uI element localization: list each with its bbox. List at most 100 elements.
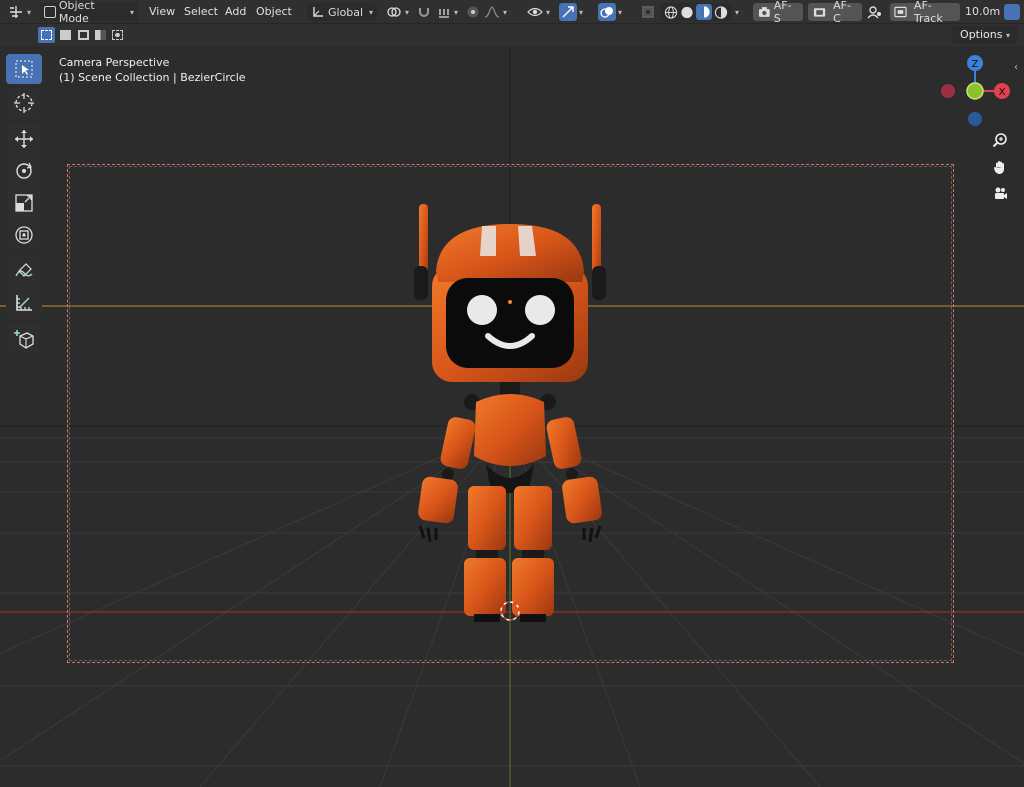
falloff-dropdown[interactable]: ▾ — [484, 3, 510, 21]
af-s-label: AF-S — [773, 0, 792, 25]
view-name: Camera Perspective — [59, 56, 170, 69]
proportional-edit-toggle[interactable] — [466, 3, 482, 21]
gizmo-toggle[interactable] — [559, 3, 577, 21]
select-box-icon — [15, 60, 33, 78]
chevron-down-icon: ▾ — [27, 7, 32, 17]
options-label: Options — [960, 28, 1003, 41]
robot-helmet — [436, 224, 584, 282]
menu-select[interactable]: Select — [184, 4, 218, 20]
select-mode-difference-button[interactable] — [92, 27, 109, 43]
move-arrows-icon — [15, 130, 33, 148]
select-new-icon — [41, 30, 52, 40]
editor-type-button[interactable]: ▾ — [8, 3, 34, 21]
overlays-icon — [600, 7, 613, 18]
xray-icon — [642, 6, 654, 18]
select-mode-subtract-button[interactable] — [75, 27, 92, 43]
orientation-label: Global — [328, 5, 364, 19]
sidebar-toggle-arrow[interactable]: ‹ — [1014, 62, 1018, 73]
material-preview-icon — [698, 6, 710, 18]
tool-annotate[interactable] — [6, 256, 42, 286]
menu-view[interactable]: View — [149, 4, 175, 20]
select-difference-icon — [95, 30, 106, 40]
chevron-down-icon: ▾ — [129, 7, 134, 17]
chevron-down-icon: ▾ — [735, 7, 740, 17]
tool-select-box[interactable] — [6, 54, 42, 84]
snap-target-dropdown[interactable]: ▾ — [437, 3, 461, 21]
magnet-icon — [419, 8, 429, 17]
shading-dropdown[interactable]: ▾ — [735, 3, 747, 21]
measure-ruler-icon — [16, 295, 32, 311]
z-axis-label: Z — [972, 59, 979, 70]
select-mode-new-button[interactable] — [38, 27, 55, 43]
tool-measure[interactable] — [6, 288, 42, 318]
overlays-toggle[interactable] — [598, 3, 616, 21]
select-mode-intersect-button[interactable] — [109, 27, 126, 43]
zoom-view-button[interactable] — [989, 129, 1011, 151]
shading-mode-group — [661, 3, 731, 21]
rendered-shading-icon[interactable] — [714, 5, 728, 20]
tool-transform[interactable] — [6, 220, 42, 250]
orientation-dropdown[interactable]: Global ▾ — [307, 3, 377, 21]
select-mode-extend-button[interactable] — [57, 27, 74, 43]
options-dropdown[interactable]: Options ▾ — [952, 26, 1018, 44]
object-visibility-dropdown[interactable]: ▾ — [527, 3, 555, 21]
tool-scale[interactable] — [6, 188, 42, 218]
overlays-dropdown[interactable]: ▾ — [618, 3, 630, 21]
falloff-curve-icon — [484, 6, 500, 18]
xray-toggle[interactable] — [641, 3, 657, 21]
gizmo-dropdown[interactable]: ▾ — [579, 3, 591, 21]
chevron-down-icon: ▾ — [454, 7, 459, 17]
robot-model[interactable] — [400, 196, 620, 626]
af-c-label: AF-C — [833, 0, 851, 25]
scene-object-info: (1) Scene Collection | BezierCircle — [59, 71, 246, 84]
right-eye — [525, 295, 555, 325]
zoom-icon — [992, 133, 1007, 148]
navigation-gizmo[interactable]: Z X Y — [930, 46, 1024, 136]
select-intersect-icon — [112, 30, 123, 40]
mode-dropdown[interactable]: Object Mode ▾ — [40, 0, 138, 25]
chevron-down-icon: ▾ — [503, 7, 508, 17]
camera-icon — [894, 6, 907, 18]
tool-add-cube[interactable] — [6, 324, 42, 354]
overflow-button[interactable] — [1004, 3, 1022, 21]
scale-icon — [15, 194, 33, 212]
pan-view-button[interactable] — [989, 156, 1011, 178]
af-s-button[interactable]: AF-S — [753, 0, 803, 25]
camera-icon — [758, 7, 770, 17]
af-track-button[interactable]: AF-Track — [890, 0, 960, 25]
robot-torso — [474, 394, 546, 466]
wireframe-shading-icon[interactable] — [664, 5, 678, 20]
transform-icon — [15, 226, 33, 244]
focal-distance-value[interactable]: 10.0m — [965, 4, 1000, 20]
af-settings-button[interactable] — [867, 3, 887, 21]
neg-z-axis-handle[interactable] — [968, 112, 982, 126]
af-c-button[interactable]: AF-C — [808, 0, 862, 25]
solid-shading-icon[interactable] — [680, 5, 694, 20]
snap-toggle[interactable] — [417, 3, 435, 21]
menu-add[interactable]: Add — [225, 4, 246, 20]
chevron-down-icon: ▾ — [579, 7, 584, 17]
material-preview-shading-button[interactable] — [696, 4, 712, 20]
tool-rotate[interactable] — [6, 156, 42, 186]
camera-icon — [813, 8, 826, 17]
tool-cursor[interactable] — [6, 88, 42, 118]
select-extend-icon — [60, 30, 71, 40]
object-mode-icon — [44, 6, 56, 18]
select-subtract-icon — [78, 30, 89, 40]
left-eye — [467, 295, 497, 325]
3d-cursor — [500, 601, 520, 621]
tool-move[interactable] — [6, 124, 42, 154]
add-cube-icon — [14, 330, 34, 349]
rotate-icon — [16, 162, 32, 179]
right-forearm — [562, 476, 602, 524]
neg-x-axis-handle[interactable] — [941, 84, 955, 98]
viewport-info: Camera Perspective (1) Scene Collection … — [59, 55, 246, 85]
chevron-down-icon: ▾ — [546, 7, 551, 17]
viewport-header: ▾ Object Mode ▾ View Select Add Object G… — [0, 0, 1024, 25]
chevron-down-icon: ▾ — [1005, 31, 1010, 40]
menu-object[interactable]: Object — [256, 4, 292, 20]
pivot-point-dropdown[interactable]: ▾ — [386, 3, 414, 21]
3d-viewport[interactable]: Camera Perspective (1) Scene Collection … — [0, 46, 1024, 787]
camera-view-button[interactable] — [989, 182, 1011, 204]
y-axis-handle[interactable] — [966, 82, 984, 100]
